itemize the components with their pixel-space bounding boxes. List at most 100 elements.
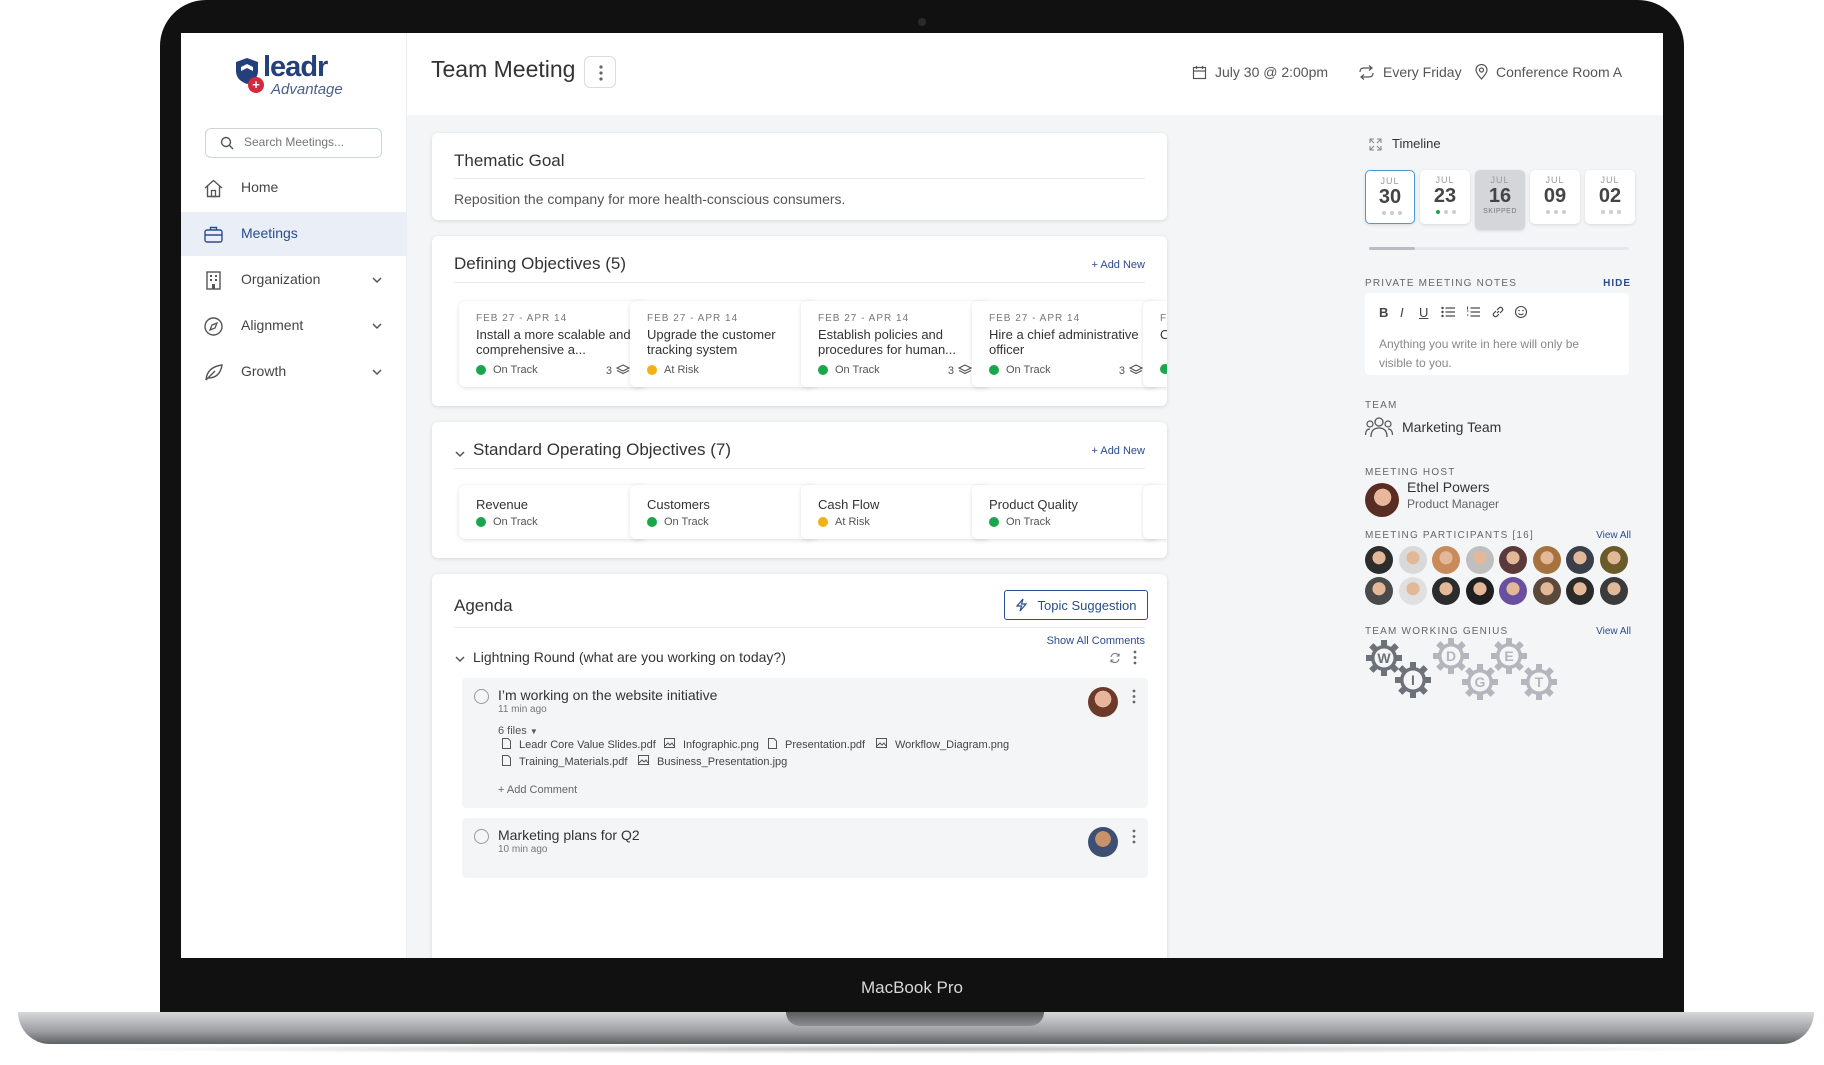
participant-avatar[interactable] bbox=[1432, 546, 1460, 574]
timeline-date-16[interactable]: JUL 16 SKIPPED bbox=[1475, 170, 1525, 230]
expand-icon[interactable] bbox=[1369, 138, 1382, 151]
location-pin-icon bbox=[1475, 64, 1488, 80]
timeline-date-23[interactable]: JUL 23 bbox=[1420, 170, 1470, 224]
objective-card[interactable]: FEB 27 - APR 14 Establish policies and pr… bbox=[801, 301, 989, 387]
nav-item-meetings[interactable]: Meetings bbox=[181, 212, 407, 256]
nav-item-growth[interactable]: Growth bbox=[181, 350, 407, 394]
nav-item-home[interactable]: Home bbox=[181, 166, 407, 210]
layers-icon bbox=[1125, 364, 1144, 378]
search-input[interactable] bbox=[244, 135, 374, 149]
participant-avatar[interactable] bbox=[1499, 577, 1527, 605]
participant-avatar[interactable] bbox=[1465, 577, 1494, 605]
agenda-item-avatar[interactable] bbox=[1088, 827, 1118, 857]
nav-item-alignment[interactable]: Alignment bbox=[181, 304, 407, 348]
standard-objective-card[interactable]: Product Quality On Track bbox=[972, 485, 1160, 539]
participant-avatar[interactable] bbox=[1499, 546, 1527, 574]
participant-avatar[interactable] bbox=[1398, 546, 1427, 574]
attachment-file[interactable]: Business_Presentation.jpg bbox=[638, 755, 787, 768]
status-text: On Track bbox=[1006, 516, 1051, 528]
underline-button[interactable]: U bbox=[1419, 305, 1428, 320]
kebab-icon[interactable] bbox=[1132, 829, 1136, 844]
hide-notes-link[interactable]: HIDE bbox=[1603, 278, 1631, 289]
participant-avatar[interactable] bbox=[1465, 546, 1494, 574]
status-text: On Track bbox=[493, 364, 538, 376]
participant-avatar[interactable] bbox=[1599, 577, 1628, 605]
kebab-icon[interactable] bbox=[1132, 689, 1136, 704]
meeting-date[interactable]: July 30 @ 2:00pm bbox=[1192, 64, 1328, 80]
attachment-file[interactable]: Leadr Core Value Slides.pdf bbox=[502, 738, 656, 752]
refresh-icon[interactable] bbox=[1109, 652, 1121, 664]
scrollbar-thumb[interactable] bbox=[1369, 247, 1415, 250]
bold-button[interactable]: B bbox=[1379, 305, 1388, 320]
objective-card[interactable]: FE O bbox=[1143, 301, 1167, 387]
standard-objective-card[interactable] bbox=[1143, 485, 1167, 539]
participant-avatar[interactable] bbox=[1532, 546, 1561, 574]
participant-avatar[interactable] bbox=[1365, 577, 1393, 605]
meeting-options-button[interactable] bbox=[584, 56, 616, 88]
agenda-item[interactable]: Marketing plans for Q2 10 min ago bbox=[462, 818, 1148, 878]
private-notes-editor[interactable]: B I U Anything you write in here will on… bbox=[1365, 293, 1629, 375]
agenda-dots bbox=[1436, 210, 1456, 214]
objective-card[interactable]: FEB 27 - APR 14 Upgrade the customer trac… bbox=[630, 301, 818, 387]
standard-objective-card[interactable]: Cash Flow At Risk bbox=[801, 485, 989, 539]
nav-item-organization[interactable]: Organization bbox=[181, 258, 407, 302]
chevron-down-icon[interactable] bbox=[371, 320, 383, 332]
genius-gear-t[interactable]: T bbox=[1520, 663, 1558, 701]
agenda-item-avatar[interactable] bbox=[1088, 687, 1118, 717]
timeline-date-09[interactable]: JUL 09 bbox=[1530, 170, 1580, 224]
attachment-file[interactable]: Presentation.pdf bbox=[768, 738, 865, 752]
genius-gear-i[interactable]: I bbox=[1394, 661, 1432, 699]
files-toggle[interactable]: 6 files ▼ bbox=[498, 725, 538, 737]
participant-avatar[interactable] bbox=[1398, 577, 1427, 605]
timeline-date-02[interactable]: JUL 02 bbox=[1585, 170, 1635, 224]
meeting-location[interactable]: Conference Room A bbox=[1475, 64, 1622, 80]
participant-avatar[interactable] bbox=[1599, 546, 1628, 574]
agenda-item-checkbox[interactable] bbox=[474, 829, 489, 844]
chevron-down-icon[interactable] bbox=[371, 274, 383, 286]
bullet-list-icon[interactable] bbox=[1441, 306, 1455, 318]
chevron-down-icon[interactable] bbox=[371, 366, 383, 378]
emoji-icon[interactable] bbox=[1514, 305, 1528, 319]
team-name[interactable]: Marketing Team bbox=[1402, 419, 1501, 435]
standard-objective-card[interactable]: Revenue On Track bbox=[459, 485, 647, 539]
topic-suggestion-button[interactable]: Topic Suggestion bbox=[1004, 590, 1148, 620]
add-defining-objective-link[interactable]: + Add New bbox=[1091, 259, 1145, 271]
add-comment-link[interactable]: + Add Comment bbox=[498, 784, 577, 796]
show-all-comments-link[interactable]: Show All Comments bbox=[1047, 635, 1145, 647]
working-genius-view-all-link[interactable]: View All bbox=[1596, 626, 1631, 637]
dot-indicator bbox=[1444, 210, 1448, 214]
participant-avatar[interactable] bbox=[1566, 546, 1594, 574]
meeting-location-text: Conference Room A bbox=[1496, 64, 1623, 80]
participant-avatar[interactable] bbox=[1432, 577, 1460, 605]
chevron-down-icon[interactable] bbox=[454, 653, 466, 665]
attachment-file[interactable]: Infographic.png bbox=[664, 738, 759, 751]
participant-avatar[interactable] bbox=[1566, 577, 1594, 605]
device-label: MacBook Pro bbox=[860, 978, 964, 997]
chevron-down-icon[interactable] bbox=[454, 448, 466, 460]
agenda-item-time: 10 min ago bbox=[498, 844, 548, 855]
participants-view-all-link[interactable]: View All bbox=[1596, 530, 1631, 541]
participant-avatar[interactable] bbox=[1532, 577, 1561, 605]
search-box[interactable] bbox=[205, 128, 382, 158]
add-standard-objective-link[interactable]: + Add New bbox=[1091, 445, 1145, 457]
timeline-scrollbar[interactable] bbox=[1369, 247, 1629, 250]
host-name[interactable]: Ethel Powers bbox=[1407, 479, 1489, 495]
numbered-list-icon[interactable] bbox=[1466, 306, 1480, 318]
objective-card[interactable]: FEB 27 - APR 14 Hire a chief administrati… bbox=[972, 301, 1160, 387]
host-avatar[interactable] bbox=[1365, 483, 1399, 517]
attachment-file[interactable]: Workflow_Diagram.png bbox=[876, 738, 1009, 751]
timeline-date-30[interactable]: JUL 30 bbox=[1365, 170, 1415, 224]
attachment-file[interactable]: Training_Materials.pdf bbox=[502, 755, 627, 769]
italic-button[interactable]: I bbox=[1400, 305, 1404, 320]
kebab-icon[interactable] bbox=[1133, 650, 1137, 665]
meeting-recurrence-text: Every Friday bbox=[1383, 64, 1462, 80]
link-icon[interactable] bbox=[1491, 305, 1505, 319]
standard-objective-card[interactable]: Customers On Track bbox=[630, 485, 818, 539]
agenda-item-checkbox[interactable] bbox=[474, 689, 489, 704]
status-badge: On Track bbox=[989, 516, 1051, 528]
logo[interactable]: + leadr Advantage bbox=[235, 51, 365, 99]
participant-avatar[interactable] bbox=[1365, 546, 1393, 574]
agenda-item[interactable]: I’m working on the website initiative 11… bbox=[462, 678, 1148, 808]
meeting-recurrence[interactable]: Every Friday bbox=[1358, 64, 1462, 80]
objective-card[interactable]: FEB 27 - APR 14 Install a more scalable a… bbox=[459, 301, 647, 387]
